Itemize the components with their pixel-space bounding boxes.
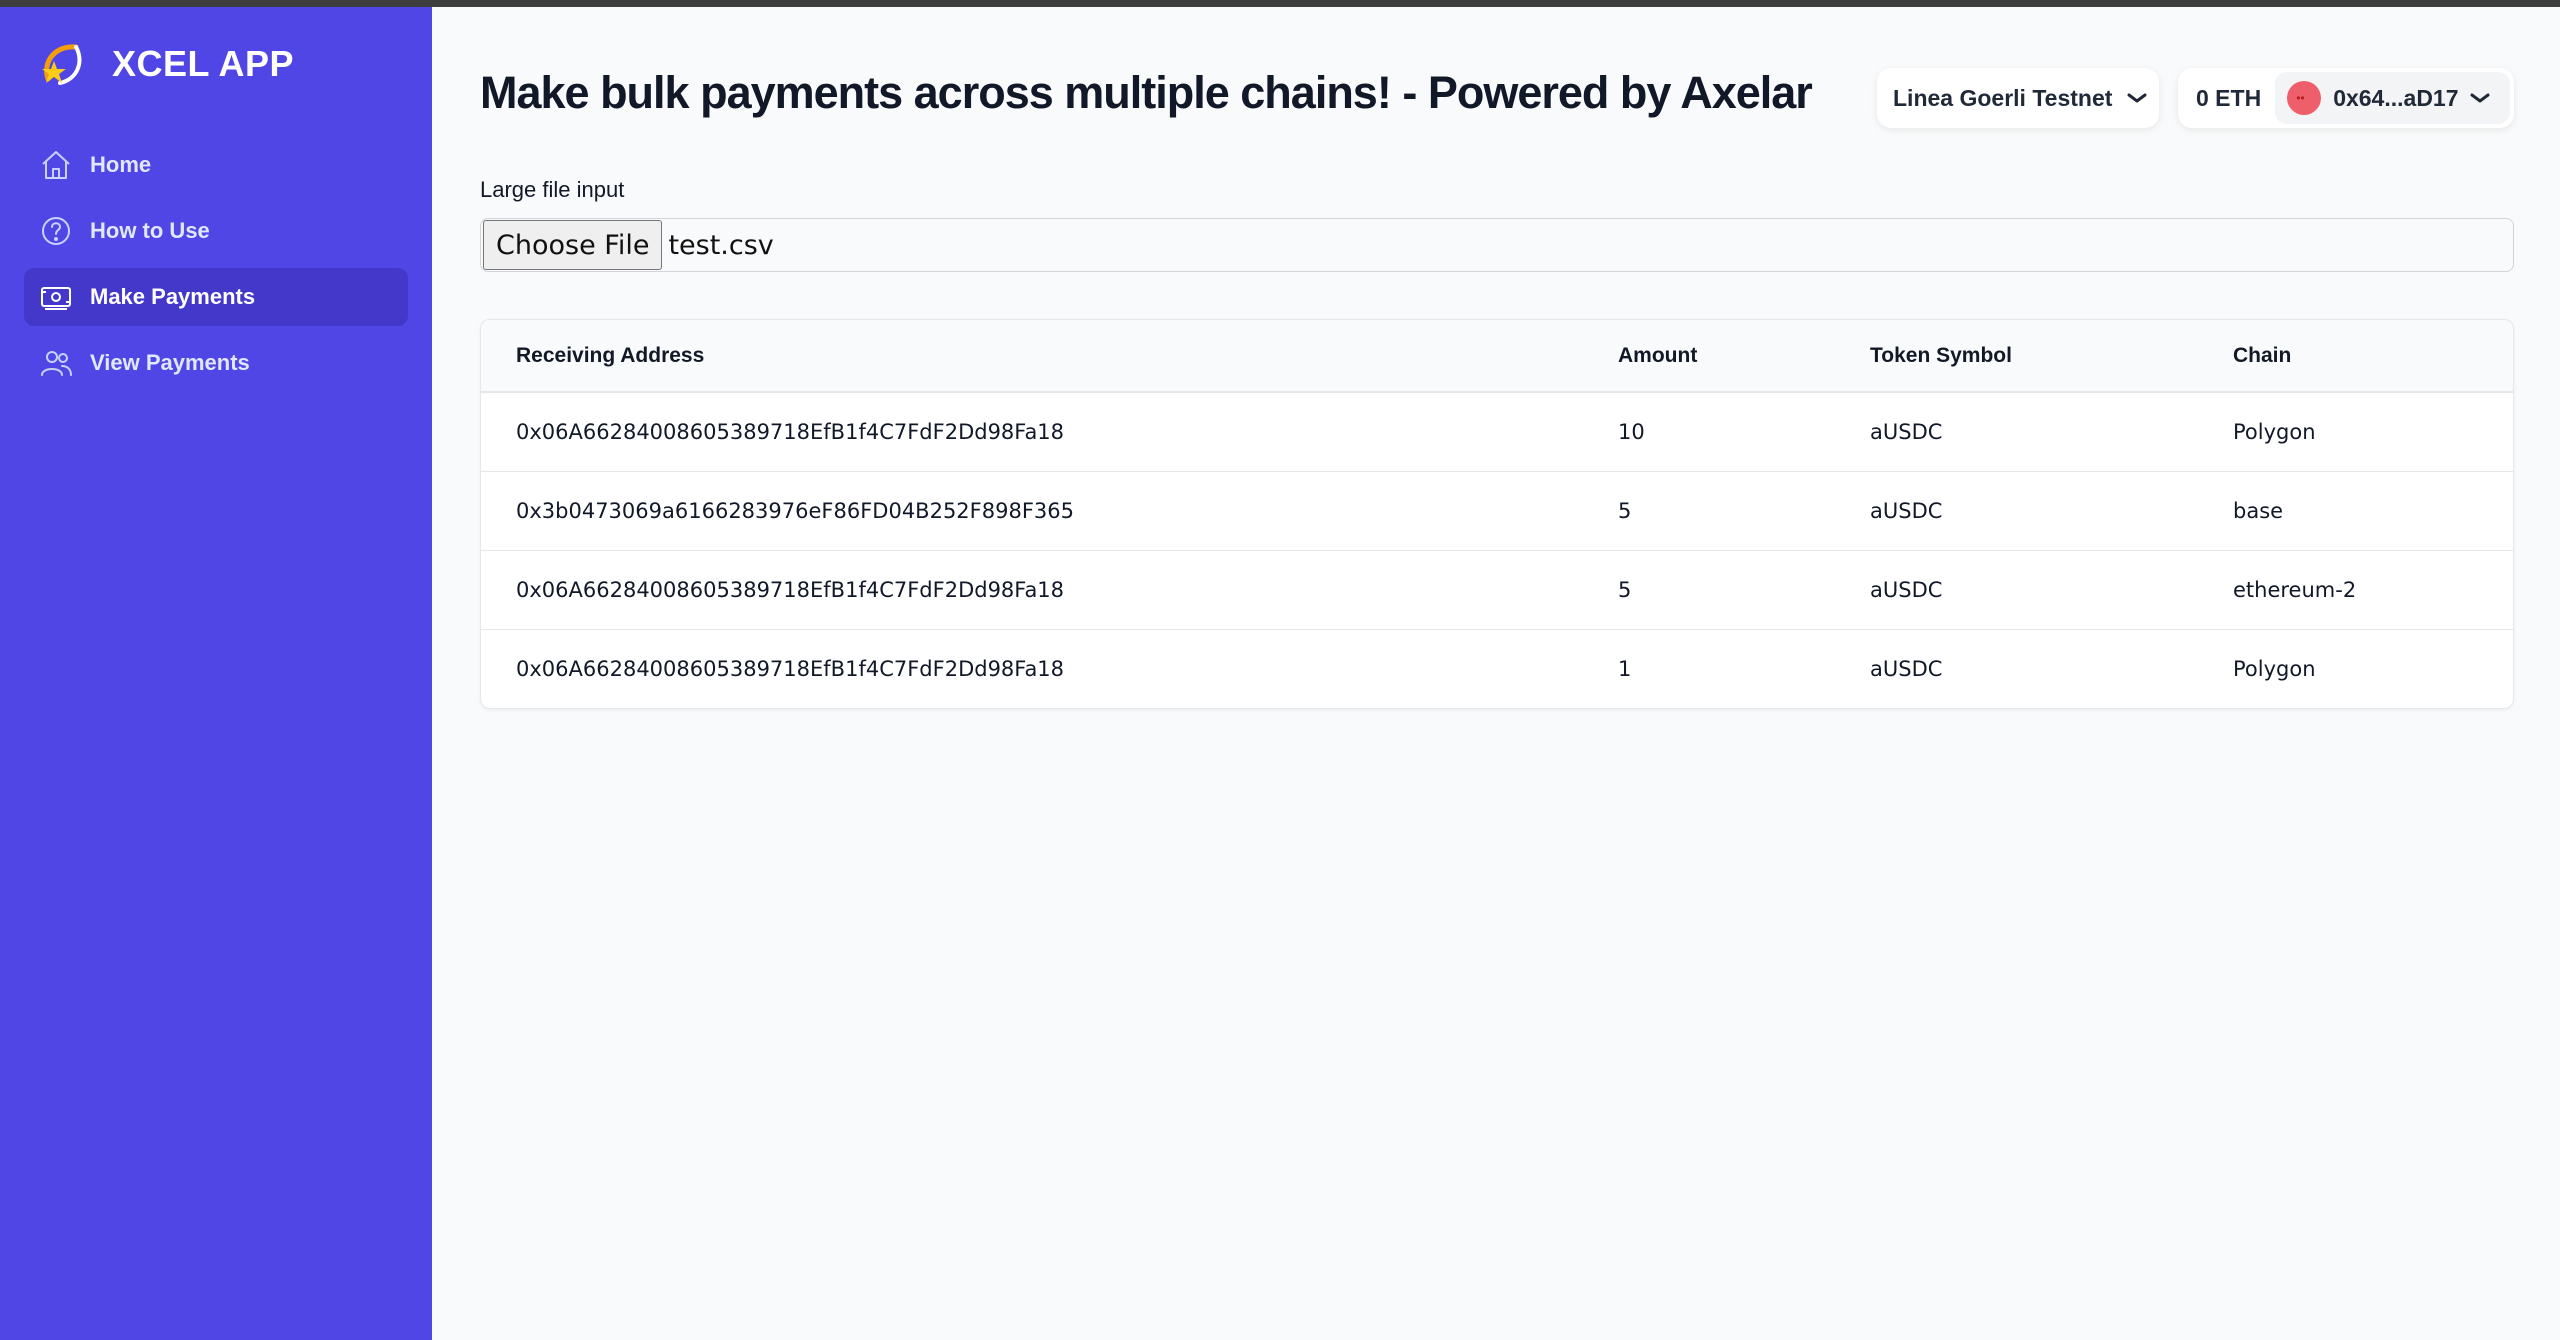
cell-receiving-address: 0x06A66284008605389718EfB1f4C7FdF2Dd98Fa…: [481, 392, 1583, 472]
wallet-account-box: 0 ETH •• 0x64...aD17: [2178, 68, 2514, 128]
column-header-chain: Chain: [2198, 320, 2513, 393]
sidebar-item-label: View Payments: [90, 350, 250, 375]
home-icon: [42, 151, 70, 179]
sidebar-item-label: How to Use: [90, 218, 210, 243]
column-header-amount: Amount: [1583, 320, 1835, 393]
window-top-border: [0, 0, 2560, 7]
cell-token-symbol: aUSDC: [1835, 550, 2198, 630]
cell-chain: ethereum-2: [2198, 550, 2513, 630]
sidebar-item-home[interactable]: Home: [24, 136, 408, 194]
table-row: 0x06A66284008605389718EfB1f4C7FdF2Dd98Fa…: [481, 629, 2513, 708]
logo-icon: [42, 44, 82, 85]
sidebar-item-how-to-use[interactable]: How to Use: [24, 202, 408, 260]
table-row: 0x3b0473069a6166283976eF86FD04B252F898F3…: [481, 471, 2513, 551]
cell-receiving-address: 0x06A66284008605389718EfB1f4C7FdF2Dd98Fa…: [481, 550, 1583, 630]
main-content: Make bulk payments across multiple chain…: [432, 7, 2560, 1340]
banknote-icon: [41, 287, 71, 310]
avatar: ••: [2287, 81, 2322, 115]
cell-receiving-address: 0x06A66284008605389718EfB1f4C7FdF2Dd98Fa…: [516, 656, 1065, 681]
cell-token-symbol: aUSDC: [1870, 656, 1943, 681]
table-row: 0x06A66284008605389718EfB1f4C7FdF2Dd98Fa…: [481, 550, 2513, 630]
network-selector-button[interactable]: Linea Goerli Testnet: [1877, 68, 2159, 128]
table-row: 0x06A66284008605389718EfB1f4C7FdF2Dd98Fa…: [481, 392, 2513, 472]
brand[interactable]: XCEL APP: [36, 31, 294, 97]
sidebar-nav: Home How to Use Make Payments View Payme…: [24, 136, 408, 400]
users-icon: [41, 351, 72, 376]
column-header-receiving-address: Receiving Address: [481, 320, 1583, 393]
sidebar-item-make-payments[interactable]: Make Payments: [24, 268, 408, 326]
sidebar: XCEL APP Home How to Use Make Payments V…: [0, 7, 432, 1340]
sidebar-item-label: Make Payments: [90, 284, 256, 309]
file-input[interactable]: Choose File test.csv: [480, 218, 2514, 272]
table-header-row: Receiving Address Amount Token Symbol Ch…: [481, 320, 2513, 393]
payments-table: Receiving Address Amount Token Symbol Ch…: [480, 319, 2514, 709]
cell-amount: 1: [1618, 656, 1632, 681]
cell-chain: Polygon: [2198, 392, 2513, 472]
chevron-down-icon: [2470, 93, 2490, 103]
account-address: 0x64...aD17: [2333, 84, 2459, 111]
cell-amount: 5: [1583, 550, 1835, 630]
cell-chain: Polygon: [2233, 656, 2316, 681]
page-title: Make bulk payments across multiple chain…: [480, 67, 1813, 118]
choose-file-button[interactable]: Choose File: [483, 220, 663, 270]
app-name: XCEL APP: [112, 43, 295, 84]
cell-amount: 10: [1583, 392, 1835, 472]
cell-amount: 5: [1583, 471, 1835, 551]
cell-receiving-address: 0x3b0473069a6166283976eF86FD04B252F898F3…: [481, 471, 1583, 551]
cell-token-symbol: aUSDC: [1835, 392, 2198, 472]
sidebar-item-view-payments[interactable]: View Payments: [24, 334, 408, 392]
column-header-token-symbol: Token Symbol: [1835, 320, 2198, 393]
cell-chain: base: [2198, 471, 2513, 551]
chevron-down-icon: [2127, 93, 2147, 103]
sidebar-item-label: Home: [90, 152, 152, 177]
help-circle-icon: [42, 217, 70, 245]
account-button[interactable]: •• 0x64...aD17: [2275, 72, 2510, 124]
selected-file-name: test.csv: [668, 229, 774, 261]
wallet-balance: 0 ETH: [2196, 84, 2262, 111]
cell-token-symbol: aUSDC: [1835, 471, 2198, 551]
file-input-label: Large file input: [480, 177, 625, 202]
network-label: Linea Goerli Testnet: [1893, 84, 2113, 111]
